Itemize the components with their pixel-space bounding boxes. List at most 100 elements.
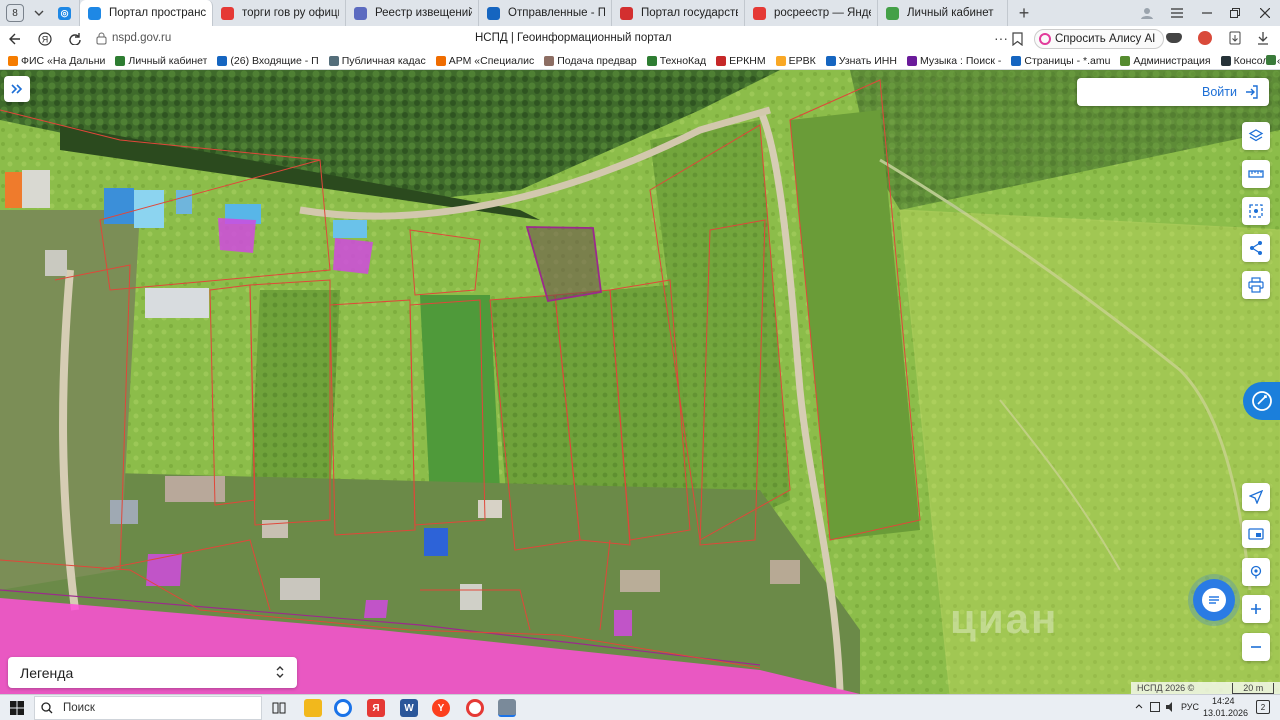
chevron-down-icon[interactable] — [28, 8, 50, 18]
bookmark-item[interactable]: Публичная кадас — [328, 55, 426, 67]
file-explorer-icon[interactable] — [304, 699, 322, 717]
minimize-icon[interactable] — [1192, 0, 1222, 26]
url-host[interactable]: nspd.gov.ru — [112, 32, 171, 44]
tray-arrow-icon[interactable] — [1135, 702, 1143, 710]
locate-button[interactable] — [1242, 483, 1270, 511]
field-area — [250, 290, 340, 500]
windows-start-icon[interactable] — [10, 701, 24, 715]
tab-label: торги гов ру официальн — [242, 7, 339, 19]
share-button[interactable] — [1242, 234, 1270, 262]
bookmark-item[interactable]: Администрация — [1120, 55, 1211, 67]
taskbar-search[interactable]: Поиск — [34, 696, 262, 720]
double-chevron-right-icon — [11, 84, 23, 94]
bookmarks-bar: ФИС «На Дальни Личный кабинет (26) Входящи… — [0, 52, 1280, 70]
browser-tab[interactable]: торги гов ру официальн — [213, 0, 346, 26]
yandex-icon[interactable]: Я — [367, 699, 385, 717]
bookmark-item[interactable]: ФИС «На Дальни — [8, 55, 105, 67]
language-indicator[interactable]: РУС — [1181, 702, 1199, 712]
photo-app-icon[interactable] — [498, 699, 516, 717]
alice-button[interactable]: Спросить Алису AI — [1034, 29, 1165, 49]
expand-panel-button[interactable] — [4, 76, 30, 102]
highlighted-building[interactable] — [218, 218, 256, 253]
download-arrow-icon[interactable] — [1256, 31, 1270, 45]
word-icon[interactable]: W — [400, 699, 418, 717]
alice-icon — [1039, 33, 1051, 45]
zoom-out-button[interactable] — [1242, 633, 1270, 661]
bookmark-icon[interactable] — [1012, 32, 1023, 46]
highlighted-building[interactable] — [364, 600, 388, 618]
bookmark-item[interactable]: Личный кабинет — [115, 55, 207, 67]
bookmark-item[interactable]: АРМ «Специалис — [435, 55, 534, 67]
bookmark-item[interactable]: (26) Входящие - П — [217, 54, 319, 67]
notifications-icon[interactable]: 2 — [1256, 700, 1270, 714]
building — [478, 500, 502, 518]
bookmark-item[interactable]: Подача предвар — [544, 55, 637, 67]
browser-tab[interactable]: Отправленные - Почта М — [479, 0, 612, 26]
task-view-icon[interactable] — [270, 699, 288, 717]
browser-tab[interactable]: Портал государственны — [612, 0, 745, 26]
measure-button[interactable] — [1242, 160, 1270, 188]
lock-icon[interactable] — [96, 32, 107, 45]
chat-button[interactable] — [1193, 579, 1235, 621]
back-icon[interactable] — [0, 26, 30, 52]
downloads-icon[interactable] — [1228, 31, 1242, 45]
highlighted-building[interactable] — [146, 554, 182, 586]
yandex-protect-icon[interactable]: Я — [30, 26, 60, 52]
browser-tab[interactable]: Личный кабинет — [878, 0, 1008, 26]
extension-icon[interactable] — [1198, 31, 1212, 45]
network-icon[interactable] — [1150, 702, 1160, 712]
highlighted-building[interactable] — [614, 610, 632, 636]
expand-collapse-icon[interactable] — [275, 664, 285, 680]
restore-icon[interactable] — [1220, 0, 1250, 26]
layers-button[interactable] — [1242, 122, 1270, 150]
bookmark-item[interactable]: Музыка : Поиск - — [906, 54, 1002, 67]
satellite-map[interactable] — [0, 70, 1280, 694]
new-tab-button[interactable]: + — [1012, 1, 1036, 25]
minimap-icon — [1248, 528, 1264, 540]
zoom-in-button[interactable] — [1242, 595, 1270, 623]
bookmark-favicon-icon — [328, 55, 339, 66]
clock-time[interactable]: 14:24 — [1212, 696, 1235, 706]
bookmark-item[interactable]: ЕРКНМ — [716, 55, 766, 67]
browser-tab[interactable]: Портал пространственн — [80, 0, 213, 26]
more-bookmarks-icon[interactable] — [1266, 55, 1276, 65]
menu-icon[interactable] — [1162, 0, 1192, 26]
bookmark-label: Музыка : Поиск - — [919, 54, 1002, 67]
print-button[interactable] — [1242, 271, 1270, 299]
close-icon[interactable] — [1250, 0, 1280, 26]
select-area-button[interactable] — [1242, 197, 1270, 225]
map-view[interactable]: циан Войти Легенда НСПД 2026 © 20 m — [0, 70, 1280, 694]
legend-panel[interactable]: Легенда — [8, 657, 297, 688]
extension-icon[interactable] — [1166, 33, 1182, 43]
bookmark-item[interactable]: Узнать ИНН — [825, 55, 897, 67]
browser-tab[interactable]: Реестр извещений — [346, 0, 479, 26]
highlighted-building[interactable] — [333, 238, 373, 274]
tab-pinned[interactable]: ◎ — [50, 0, 80, 26]
bookmark-item[interactable]: Страницы - *.amu — [1011, 55, 1110, 67]
clock-date[interactable]: 13.01.2026 — [1203, 708, 1248, 718]
yandex-browser-icon[interactable]: Y — [432, 699, 450, 717]
bookmark-favicon-icon — [1220, 55, 1231, 66]
reload-icon[interactable] — [60, 26, 90, 52]
bookmark-label: (26) Входящие - П — [230, 54, 319, 67]
chrome-icon[interactable] — [334, 699, 352, 717]
more-icon[interactable]: ··· — [994, 31, 1008, 45]
opera-icon[interactable] — [466, 699, 484, 717]
minimap-button[interactable] — [1242, 520, 1270, 548]
bookmark-item[interactable]: ЕРВК — [775, 55, 816, 67]
legend-label: Легенда — [20, 664, 74, 681]
chat-icon — [1202, 588, 1226, 612]
tab-count-badge[interactable]: 8 — [6, 4, 24, 22]
bookmark-item[interactable]: ТехноКад — [646, 55, 706, 67]
feedback-button[interactable] — [1243, 382, 1280, 420]
building — [22, 170, 50, 208]
building — [460, 584, 482, 610]
building — [333, 220, 367, 238]
building — [104, 188, 134, 224]
tab-label: Портал государственны — [641, 7, 738, 19]
login-button[interactable]: Войти — [1077, 78, 1269, 106]
volume-icon[interactable] — [1165, 702, 1177, 712]
profile-icon[interactable] — [1132, 0, 1162, 26]
pin-button[interactable] — [1242, 558, 1270, 586]
browser-tab[interactable]: росреестр — Яндекс: наш — [745, 0, 878, 26]
